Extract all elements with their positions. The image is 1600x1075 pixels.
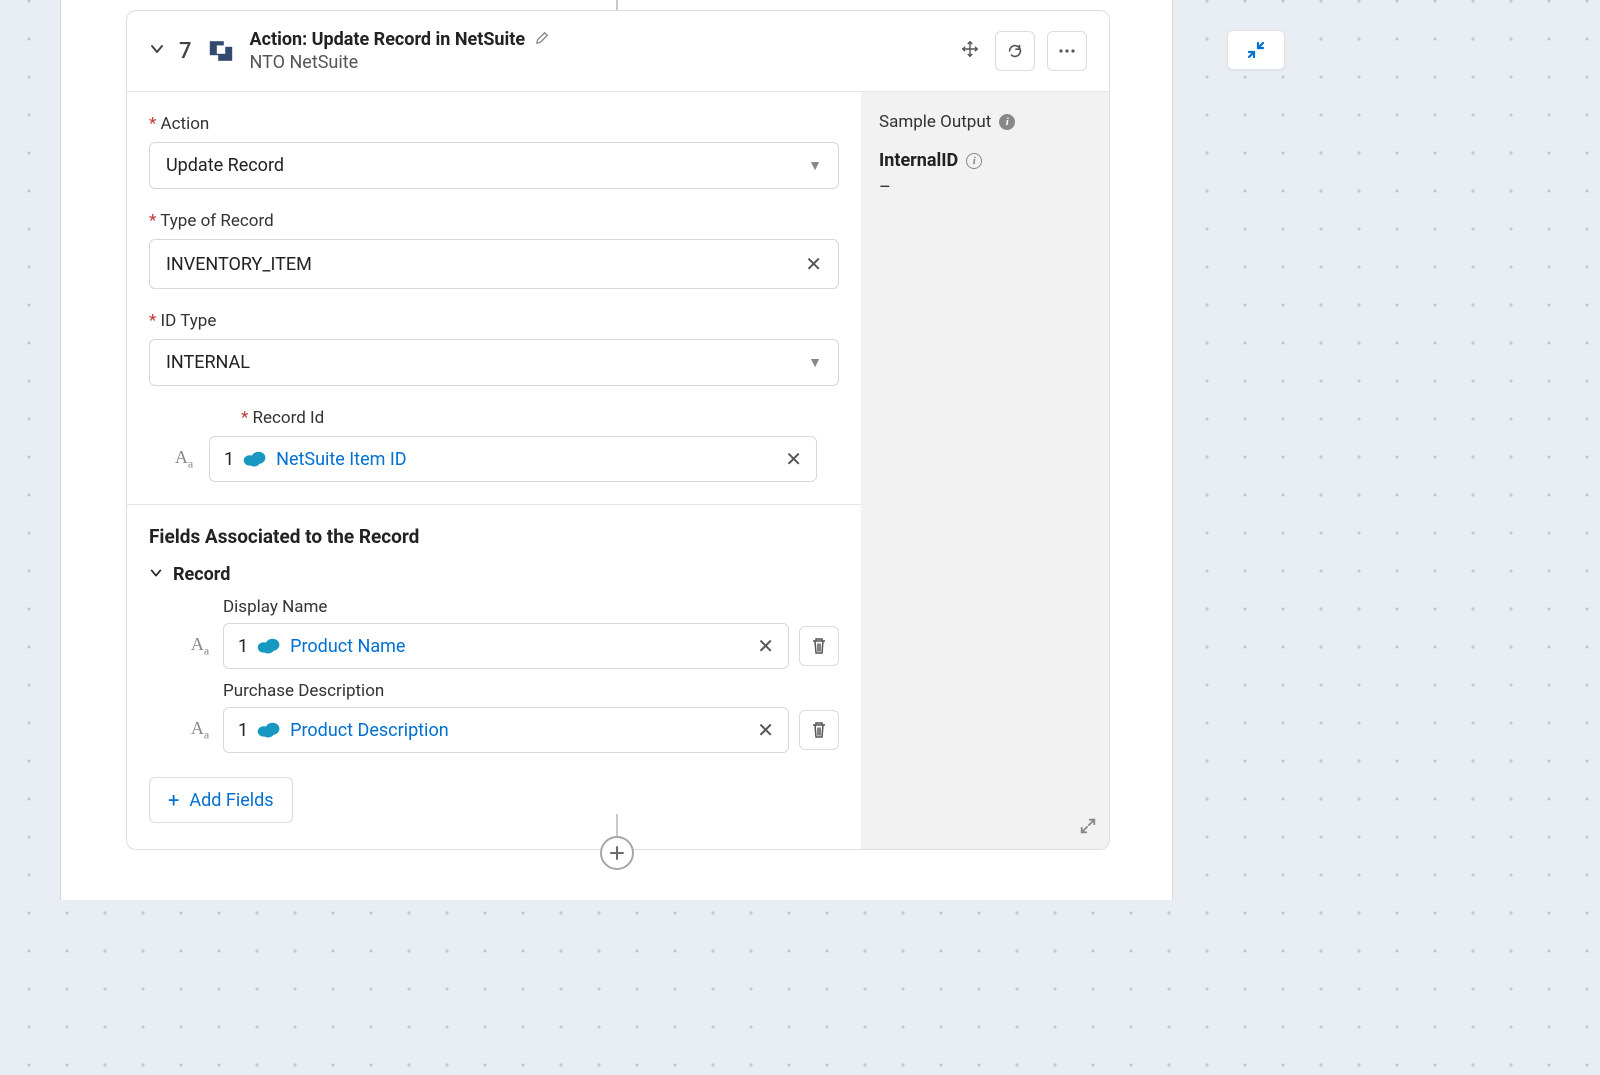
purchase-description-label: Purchase Description xyxy=(187,681,839,701)
step-action-title: Action: Update Record in NetSuite xyxy=(250,29,526,50)
step-title-block: Action: Update Record in NetSuite NTO Ne… xyxy=(250,29,943,73)
action-select[interactable]: Update Record ▼ xyxy=(149,142,839,189)
expand-panel-icon[interactable] xyxy=(1079,817,1097,839)
purchase-description-input[interactable]: 1 Product Description ✕ xyxy=(223,707,789,753)
pill-number: 1 xyxy=(238,720,248,741)
recordid-label: * Record Id xyxy=(205,408,839,428)
clear-type-icon[interactable]: ✕ xyxy=(805,252,822,276)
collapse-step-icon[interactable] xyxy=(149,41,165,61)
chevron-down-icon xyxy=(149,566,163,584)
chevron-down-icon: ▼ xyxy=(808,354,822,371)
sample-output-value: – xyxy=(879,177,1091,198)
delete-field-button[interactable] xyxy=(799,710,839,750)
collapse-all-button[interactable] xyxy=(1227,30,1285,70)
pill-text: Product Description xyxy=(290,720,449,741)
edit-title-icon[interactable] xyxy=(535,31,549,49)
display-name-label: Display Name xyxy=(187,597,839,617)
chevron-down-icon: ▼ xyxy=(808,157,822,174)
idtype-value: INTERNAL xyxy=(166,352,250,373)
recordid-input[interactable]: 1 NetSuite Item ID ✕ xyxy=(209,436,817,482)
type-label: * Type of Record xyxy=(149,211,839,231)
type-input[interactable]: INVENTORY_ITEM ✕ xyxy=(149,239,839,289)
idtype-label: * ID Type xyxy=(149,311,839,331)
field-row-display-name: Display Name Aa 1 Product Name ✕ xyxy=(127,591,861,675)
delete-field-button[interactable] xyxy=(799,626,839,666)
step-header-actions xyxy=(957,31,1087,71)
step-card: 7 Action: Update Record in NetSuite NTO … xyxy=(126,10,1110,850)
add-fields-button[interactable]: + Add Fields xyxy=(149,777,293,823)
sample-output-key: InternalID xyxy=(879,150,958,171)
add-step-button[interactable] xyxy=(600,836,634,870)
type-value: INVENTORY_ITEM xyxy=(166,254,312,275)
netsuite-logo-icon xyxy=(206,36,236,66)
record-expand-toggle[interactable]: Record xyxy=(127,552,861,591)
recordid-pill-number: 1 xyxy=(224,449,234,470)
add-fields-label: Add Fields xyxy=(189,790,273,811)
sample-output-title: Sample Output xyxy=(879,112,991,132)
step-body: * Action Update Record ▼ * Type of Recor… xyxy=(127,92,1109,849)
connector-line-top xyxy=(616,0,618,10)
info-icon[interactable]: i xyxy=(999,114,1015,130)
sample-output-panel: Sample Output i InternalID i – xyxy=(861,92,1109,849)
pill-text: Product Name xyxy=(290,636,405,657)
step-action-title-row: Action: Update Record in NetSuite xyxy=(250,29,943,50)
step-number: 7 xyxy=(179,39,192,64)
action-value: Update Record xyxy=(166,155,284,176)
step-header: 7 Action: Update Record in NetSuite NTO … xyxy=(127,11,1109,92)
text-type-icon: Aa xyxy=(187,718,213,743)
display-name-input[interactable]: 1 Product Name ✕ xyxy=(223,623,789,669)
info-icon[interactable]: i xyxy=(966,153,982,169)
pill-number: 1 xyxy=(238,636,248,657)
refresh-step-button[interactable] xyxy=(995,31,1035,71)
sample-output-title-row: Sample Output i xyxy=(879,112,1091,132)
action-field-group: * Action Update Record ▼ xyxy=(127,114,861,189)
idtype-select[interactable]: INTERNAL ▼ xyxy=(149,339,839,386)
recordid-pill-text: NetSuite Item ID xyxy=(276,449,406,470)
move-step-icon[interactable] xyxy=(957,36,983,67)
text-type-icon: Aa xyxy=(171,447,197,472)
clear-pill-icon[interactable]: ✕ xyxy=(757,718,774,742)
step-connection-name: NTO NetSuite xyxy=(250,52,943,73)
fields-section-heading: Fields Associated to the Record xyxy=(127,505,861,552)
type-field-group: * Type of Record INVENTORY_ITEM ✕ xyxy=(127,211,861,289)
text-type-icon: Aa xyxy=(187,634,213,659)
plus-icon: + xyxy=(168,788,179,812)
action-label: * Action xyxy=(149,114,839,134)
more-step-button[interactable] xyxy=(1047,31,1087,71)
salesforce-cloud-icon xyxy=(256,637,282,655)
clear-pill-icon[interactable]: ✕ xyxy=(757,634,774,658)
salesforce-cloud-icon xyxy=(256,721,282,739)
sample-output-key-row: InternalID i xyxy=(879,150,1091,171)
field-row-purchase-description: Purchase Description Aa 1 Product Descri… xyxy=(127,675,861,759)
recordid-field-group: * Record Id Aa 1 NetSuite Item ID ✕ xyxy=(127,408,861,482)
clear-recordid-icon[interactable]: ✕ xyxy=(785,447,802,471)
form-column: * Action Update Record ▼ * Type of Recor… xyxy=(127,92,861,849)
salesforce-cloud-icon xyxy=(242,450,268,468)
record-toggle-label: Record xyxy=(173,564,230,585)
idtype-field-group: * ID Type INTERNAL ▼ xyxy=(127,311,861,386)
